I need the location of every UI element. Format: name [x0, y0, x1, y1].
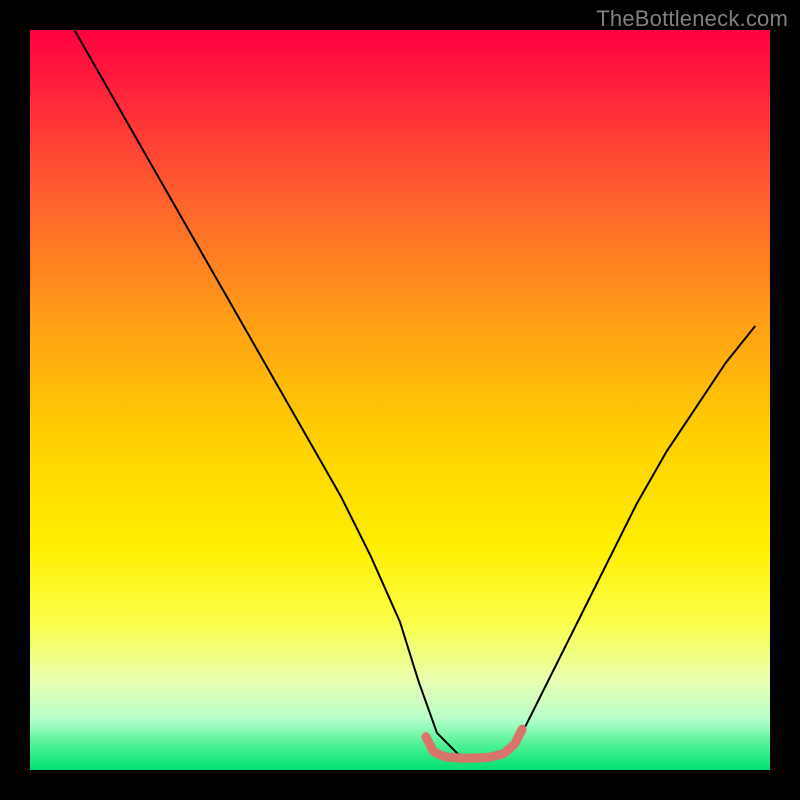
watermark-text: TheBottleneck.com — [596, 6, 788, 32]
chart-background — [30, 30, 770, 770]
bottleneck-chart — [30, 30, 770, 770]
chart-frame: TheBottleneck.com — [0, 0, 800, 800]
